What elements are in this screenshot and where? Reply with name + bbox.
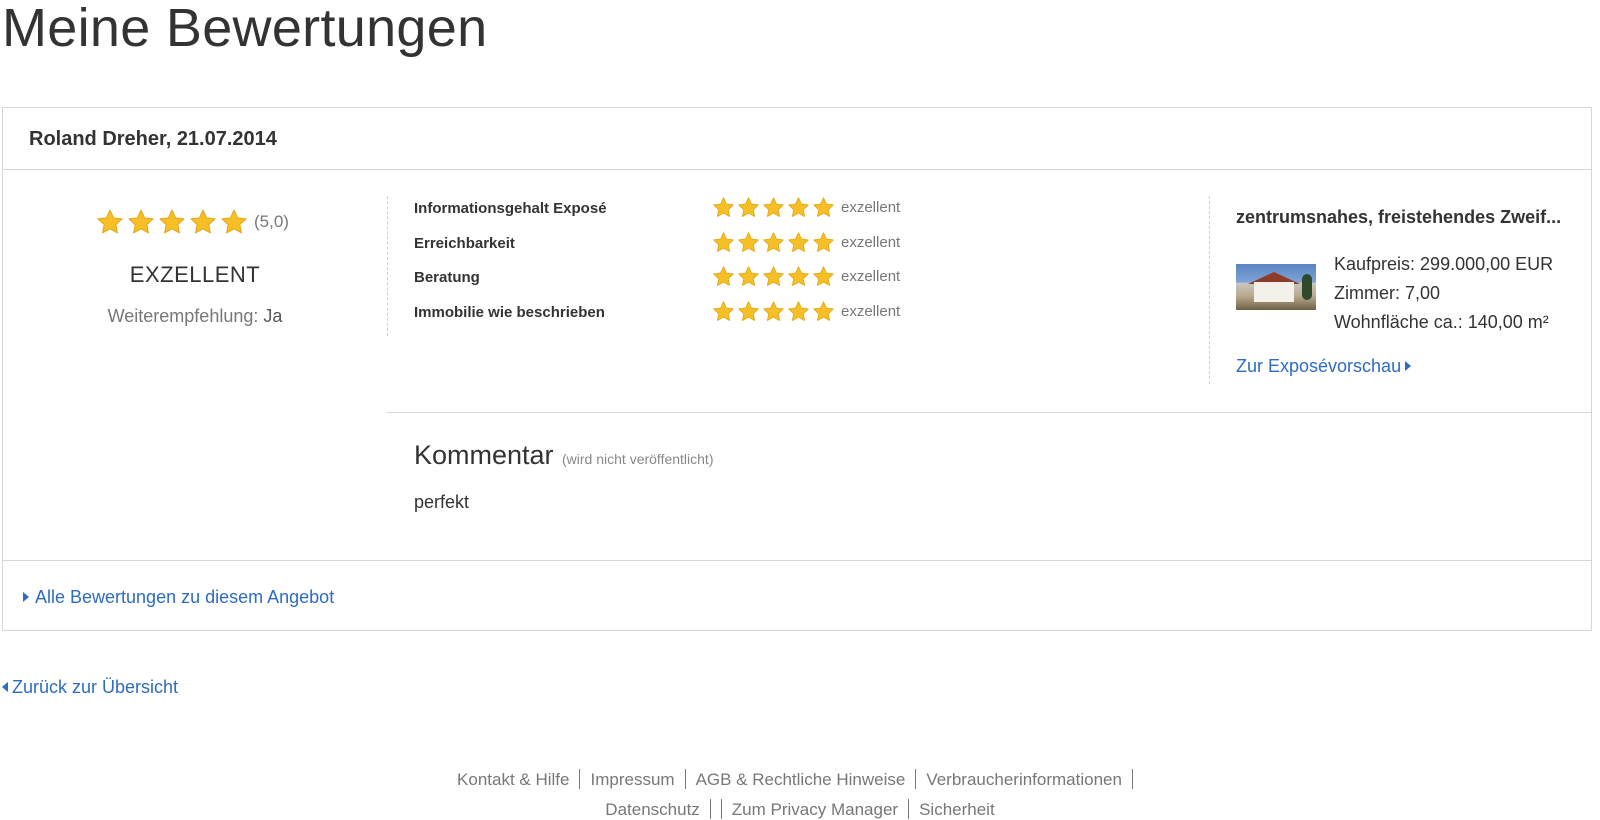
comment-title: Kommentar (414, 440, 554, 470)
all-ratings-link[interactable]: Alle Bewertungen zu diesem Angebot (23, 587, 334, 608)
recommendation-label: Weiterempfehlung: (107, 306, 259, 326)
caret-right-icon (1405, 361, 1412, 371)
recommendation: Weiterempfehlung: Ja (3, 306, 387, 327)
star-icon (189, 208, 217, 236)
star-icon (712, 265, 735, 288)
divider (387, 196, 388, 336)
star-icon (737, 265, 760, 288)
star-icon (127, 208, 155, 236)
rating-row: Immobilie wie beschrieben exzellent (414, 300, 1114, 324)
listing-price: Kaufpreis: 299.000,00 EUR (1334, 254, 1554, 274)
rating-stars: exzellent (712, 196, 900, 219)
rating-label: Erreichbarkeit (414, 235, 515, 252)
caret-right-icon (23, 592, 29, 602)
rating-row: Beratung exzellent (414, 265, 1114, 289)
rating-row: Informationsgehalt Exposé exzellent (414, 196, 1114, 220)
star-icon (737, 231, 760, 254)
rating-text: exzellent (841, 268, 901, 285)
page-title: Meine Bewertungen (2, 0, 488, 58)
comment-heading: Kommentar (wird nicht veröffentlicht) (414, 440, 713, 471)
review-header: Roland Dreher, 21.07.2014 (3, 108, 1591, 170)
separator (684, 769, 686, 789)
star-icon (812, 300, 835, 323)
card-footer: Alle Bewertungen zu diesem Angebot (3, 560, 1591, 632)
comment-note: (wird nicht veröffentlicht) (562, 451, 714, 467)
rating-label: Immobilie wie beschrieben (414, 304, 605, 321)
star-icon (762, 265, 785, 288)
listing-facts: Kaufpreis: 299.000,00 EUR Zimmer: 7,00 W… (1334, 250, 1553, 337)
separator (915, 769, 917, 789)
footer-row-2: Datenschutz Zum Privacy Manager Sicherheit (0, 798, 1600, 820)
star-icon (812, 231, 835, 254)
star-icon (712, 300, 735, 323)
rating-stars: exzellent (712, 265, 900, 288)
star-icon (787, 196, 810, 219)
rating-text: exzellent (841, 303, 901, 320)
star-icon (96, 208, 124, 236)
rating-label: Informationsgehalt Exposé (414, 200, 607, 217)
star-icon (158, 208, 186, 236)
rating-stars: exzellent (712, 231, 900, 254)
recommendation-value: Ja (263, 306, 283, 326)
expose-preview-link[interactable]: Zur Exposévorschau (1236, 356, 1412, 377)
separator (709, 799, 711, 819)
caret-left-icon (2, 682, 8, 692)
footer-row-1: Kontakt & Hilfe Impressum AGB & Rechtliche… (0, 768, 1600, 798)
star-icon (712, 231, 735, 254)
overall-stars: (5,0) (96, 208, 289, 236)
separator (579, 769, 581, 789)
star-icon (737, 196, 760, 219)
divider (1209, 196, 1210, 384)
star-icon (787, 300, 810, 323)
footer-link-contact[interactable]: Kontakt & Hilfe (457, 770, 569, 789)
star-icon (787, 231, 810, 254)
divider (387, 412, 1592, 413)
review-author-date: Roland Dreher, 21.07.2014 (29, 128, 277, 150)
star-icon (812, 265, 835, 288)
listing-title[interactable]: zentrumsnahes, freistehendes Zweif... (1236, 207, 1561, 228)
footer-link-privacy-manager[interactable]: Zum Privacy Manager (732, 800, 898, 819)
site-footer: Kontakt & Hilfe Impressum AGB & Rechtliche… (0, 768, 1600, 820)
footer-link-security[interactable]: Sicherheit (919, 800, 995, 819)
separator (908, 799, 910, 819)
star-icon (220, 208, 248, 236)
star-icon (787, 265, 810, 288)
star-icon (712, 196, 735, 219)
comment-text: perfekt (414, 492, 470, 512)
expose-preview-label: Zur Exposévorschau (1236, 356, 1402, 376)
rating-text: exzellent (841, 199, 901, 216)
listing-preview: zentrumsnahes, freistehendes Zweif... Ka… (1236, 196, 1576, 386)
separator (1131, 769, 1133, 789)
listing-area: Wohnfläche ca.: 140,00 m² (1334, 312, 1549, 332)
footer-link-terms[interactable]: AGB & Rechtliche Hinweise (696, 770, 906, 789)
footer-link-consumer-info[interactable]: Verbraucherinformationen (926, 770, 1122, 789)
review-card: Roland Dreher, 21.07.2014 (5,0) EXZELLEN… (2, 107, 1592, 631)
separator (720, 799, 722, 819)
footer-link-privacy[interactable]: Datenschutz (605, 800, 700, 819)
star-icon (762, 231, 785, 254)
star-icon (762, 196, 785, 219)
star-icon (737, 300, 760, 323)
overall-label: EXZELLENT (129, 262, 261, 287)
overall-rating-panel: (5,0) EXZELLENT Weiterempfehlung: Ja (3, 170, 387, 365)
star-icon (762, 300, 785, 323)
rating-text: exzellent (841, 234, 901, 251)
all-ratings-label: Alle Bewertungen zu diesem Angebot (35, 587, 335, 607)
rating-stars: exzellent (712, 300, 900, 323)
footer-link-imprint[interactable]: Impressum (590, 770, 674, 789)
back-to-overview-link[interactable]: Zurück zur Übersicht (2, 677, 178, 698)
rating-row: Erreichbarkeit exzellent (414, 231, 1114, 255)
back-to-overview-label: Zurück zur Übersicht (12, 677, 179, 697)
rating-label: Beratung (414, 269, 480, 286)
star-icon (812, 196, 835, 219)
overall-score: (5,0) (254, 212, 289, 231)
listing-rooms: Zimmer: 7,00 (1334, 283, 1441, 303)
listing-thumbnail[interactable] (1236, 264, 1316, 310)
